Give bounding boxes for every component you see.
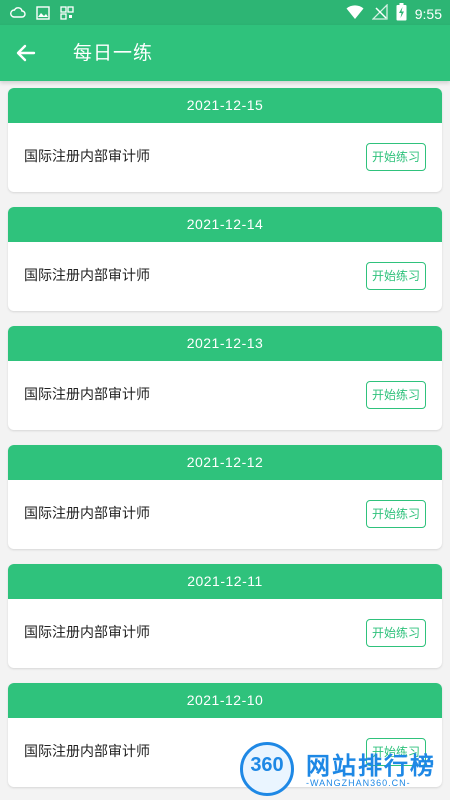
wifi-icon (346, 4, 364, 24)
card-title: 国际注册内部审计师 (24, 506, 150, 522)
status-right-icons: 9:55 (346, 3, 442, 25)
start-practice-button[interactable]: 开始练习 (366, 500, 426, 528)
start-practice-button[interactable]: 开始练习 (366, 381, 426, 409)
card-title: 国际注册内部审计师 (24, 387, 150, 403)
card-title: 国际注册内部审计师 (24, 625, 150, 641)
back-button[interactable] (12, 39, 40, 67)
watermark-number: 360 (250, 754, 284, 776)
battery-charging-icon (396, 3, 407, 25)
start-practice-button[interactable]: 开始练习 (366, 619, 426, 647)
card-body: 国际注册内部审计师 开始练习 (8, 242, 442, 311)
page-title: 每日一练 (73, 42, 154, 64)
status-time: 9:55 (414, 6, 442, 22)
watermark-logo: 360 网站排行榜 -WANGZHAN360.CN- (240, 740, 450, 800)
card-date: 2021-12-10 (8, 683, 442, 718)
card-date: 2021-12-11 (8, 564, 442, 599)
practice-card: 2021-12-14 国际注册内部审计师 开始练习 (8, 207, 442, 311)
card-date: 2021-12-14 (8, 207, 442, 242)
app-bar: 每日一练 (0, 25, 450, 81)
no-signal-icon (371, 3, 388, 24)
practice-card: 2021-12-12 国际注册内部审计师 开始练习 (8, 445, 442, 549)
practice-card: 2021-12-15 国际注册内部审计师 开始练习 (8, 88, 442, 192)
start-practice-button[interactable]: 开始练习 (366, 143, 426, 171)
practice-card: 2021-12-11 国际注册内部审计师 开始练习 (8, 564, 442, 668)
card-date: 2021-12-12 (8, 445, 442, 480)
card-date: 2021-12-13 (8, 326, 442, 361)
card-title: 国际注册内部审计师 (24, 149, 150, 165)
card-date: 2021-12-15 (8, 88, 442, 123)
practice-card: 2021-12-13 国际注册内部审计师 开始练习 (8, 326, 442, 430)
arrow-left-icon (12, 44, 40, 71)
card-title: 国际注册内部审计师 (24, 268, 150, 284)
status-bar: 9:55 (0, 0, 450, 25)
watermark-subtext: -WANGZHAN360.CN- (306, 778, 411, 788)
card-body: 国际注册内部审计师 开始练习 (8, 480, 442, 549)
status-left-icons (10, 5, 74, 24)
qr-icon (60, 5, 74, 24)
cloud-icon (10, 5, 26, 24)
start-practice-button[interactable]: 开始练习 (366, 262, 426, 290)
card-body: 国际注册内部审计师 开始练习 (8, 123, 442, 192)
card-body: 国际注册内部审计师 开始练习 (8, 599, 442, 668)
watermark-text: 网站排行榜 (306, 752, 436, 780)
card-title: 国际注册内部审计师 (24, 744, 150, 760)
image-icon (36, 5, 50, 24)
card-body: 国际注册内部审计师 开始练习 (8, 361, 442, 430)
